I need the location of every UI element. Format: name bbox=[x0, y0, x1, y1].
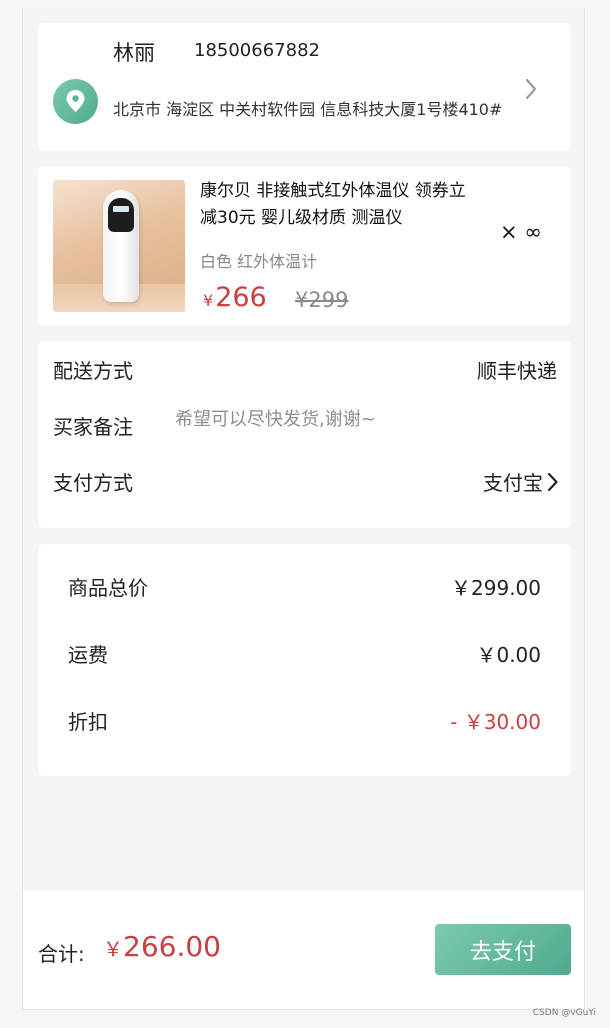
pay-button[interactable]: 去支付 bbox=[435, 924, 571, 975]
product-title[interactable]: 康尔贝 非接触式红外体温仪 领券立减30元 婴儿级材质 测温仪 bbox=[200, 178, 475, 232]
recipient-phone: 18500667882 bbox=[194, 40, 320, 61]
location-pin-icon bbox=[53, 79, 98, 124]
goods-total-label: 商品总价 bbox=[68, 576, 148, 600]
address-detail: 北京市 海淀区 中关村软件园 信息科技大厦1号楼410# bbox=[113, 100, 503, 119]
recipient-name: 林丽 bbox=[113, 41, 155, 65]
buyer-note-input[interactable] bbox=[175, 409, 515, 430]
checkout-bar: 合计: ￥266.00 去支付 bbox=[23, 890, 584, 1009]
delivery-label: 配送方式 bbox=[53, 359, 133, 383]
product-spec: 白色 红外体温计 bbox=[200, 252, 318, 271]
payment-value: 支付宝 bbox=[483, 471, 543, 495]
chevron-right-icon bbox=[547, 472, 558, 491]
order-info-card: 配送方式 顺丰快递 买家备注 支付方式 支付宝 bbox=[38, 341, 571, 528]
shipping-value: ￥0.00 bbox=[476, 643, 541, 667]
product-image[interactable] bbox=[53, 180, 185, 312]
product-price: ¥266 bbox=[203, 282, 267, 313]
price-summary-card: 商品总价 ￥299.00 运费 ￥0.00 折扣 - ￥30.00 bbox=[38, 544, 571, 776]
original-price: ¥299 bbox=[295, 288, 349, 312]
product-quantity: × ∞ bbox=[500, 220, 542, 244]
address-card[interactable]: 林丽 18500667882 北京市 海淀区 中关村软件园 信息科技大厦1号楼4… bbox=[38, 23, 571, 151]
payment-label: 支付方式 bbox=[53, 471, 133, 495]
discount-label: 折扣 bbox=[68, 710, 108, 734]
delivery-value: 顺丰快递 bbox=[477, 359, 557, 383]
discount-value: - ￥30.00 bbox=[450, 710, 541, 734]
sum-amount: 266.00 bbox=[123, 930, 221, 963]
note-label: 买家备注 bbox=[53, 415, 133, 439]
sum-value: ￥266.00 bbox=[103, 930, 221, 963]
chevron-right-icon[interactable] bbox=[524, 77, 538, 101]
order-confirm-page: 林丽 18500667882 北京市 海淀区 中关村软件园 信息科技大厦1号楼4… bbox=[22, 8, 585, 1010]
shipping-label: 运费 bbox=[68, 643, 108, 667]
payment-method-selector[interactable]: 支付宝 bbox=[483, 467, 559, 496]
price-value: 266 bbox=[215, 282, 267, 313]
watermark: CSDN @vGuYi bbox=[532, 1008, 596, 1018]
sum-label: 合计: bbox=[38, 942, 85, 966]
product-card: 康尔贝 非接触式红外体温仪 领券立减30元 婴儿级材质 测温仪 白色 红外体温计… bbox=[38, 166, 571, 326]
sum-currency: ￥ bbox=[103, 937, 123, 961]
goods-total-value: ￥299.00 bbox=[451, 576, 541, 600]
price-currency: ¥ bbox=[203, 291, 214, 310]
